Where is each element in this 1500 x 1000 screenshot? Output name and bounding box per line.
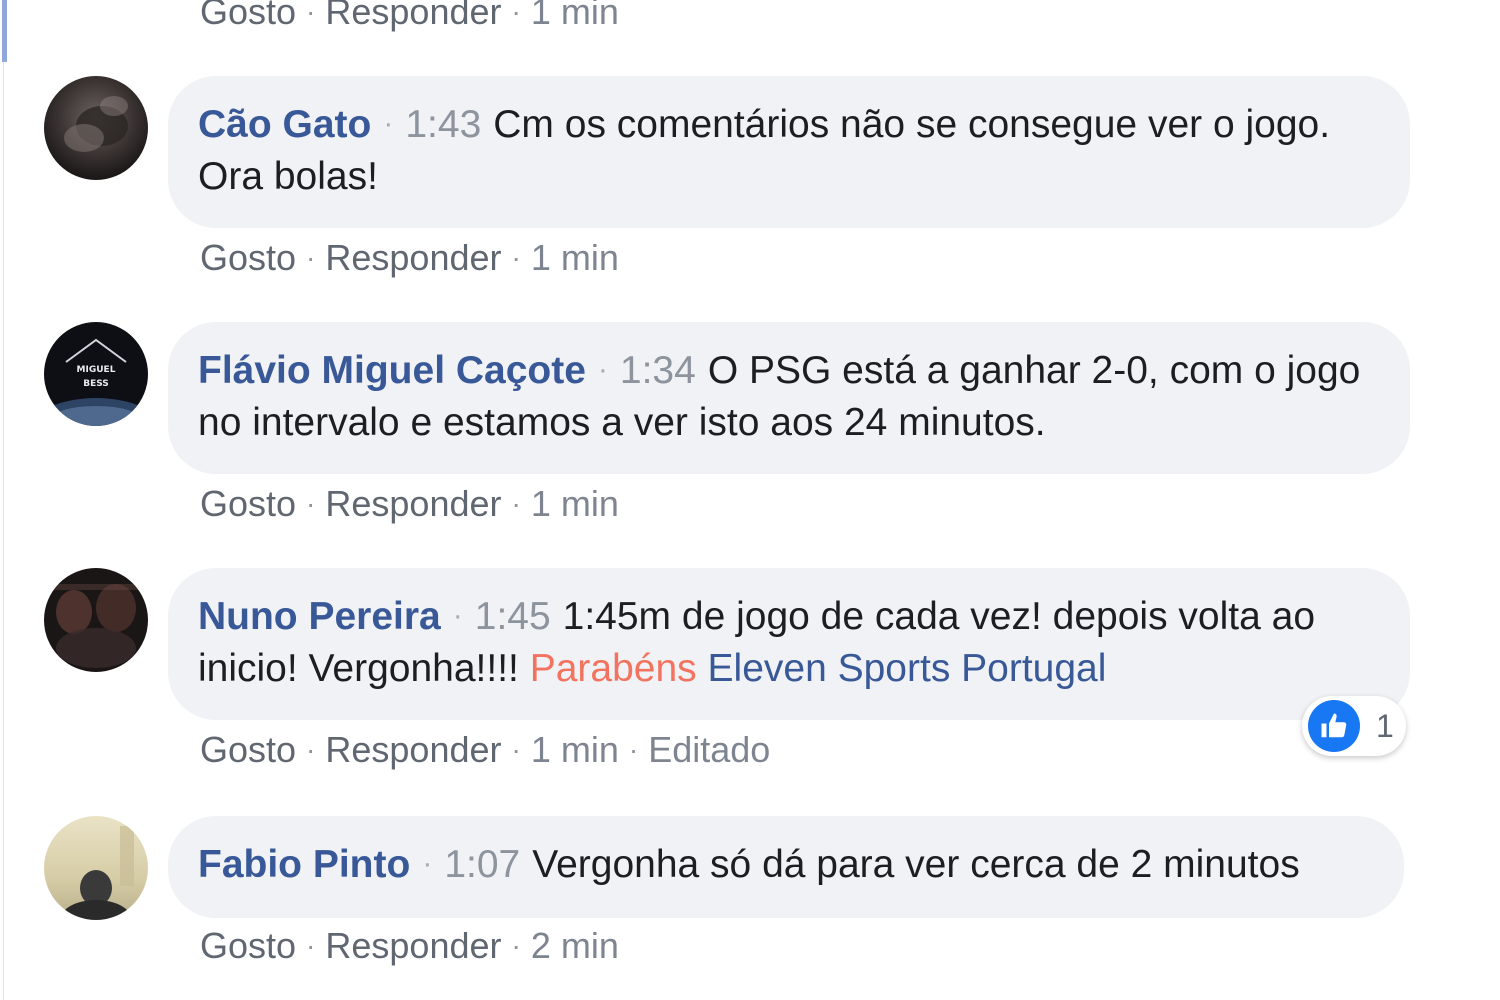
thread-indicator-bar — [2, 0, 7, 62]
comment-actions: Gosto · Responder · 1 min — [200, 482, 619, 526]
comment-author[interactable]: Nuno Pereira — [198, 595, 441, 638]
comment-timestamp[interactable]: 1:07 — [444, 843, 532, 886]
separator-dot: · — [511, 734, 521, 765]
separator-dot: · — [306, 488, 316, 519]
like-link[interactable]: Gosto — [200, 0, 296, 32]
avatar[interactable]: MIGUEL BESS — [44, 322, 148, 426]
separator-dot: · — [452, 599, 463, 632]
like-link[interactable]: Gosto — [200, 483, 296, 524]
comment-actions: Gosto · Responder · 1 min — [200, 236, 619, 280]
comment-author[interactable]: Fabio Pinto — [198, 843, 410, 886]
separator-dot: · — [511, 0, 521, 27]
like-link[interactable]: Gosto — [200, 237, 296, 278]
avatar-image — [44, 568, 148, 672]
separator-dot: · — [383, 107, 394, 140]
page-mention-link[interactable]: Eleven Sports Portugal — [708, 647, 1107, 690]
avatar[interactable] — [44, 568, 148, 672]
time-ago: 1 min — [530, 729, 619, 770]
avatar-text-top: MIGUEL — [77, 365, 116, 375]
reaction-count: 1 — [1376, 707, 1394, 744]
time-ago: 1 min — [530, 483, 619, 524]
avatar-text-bottom: BESS — [83, 379, 109, 389]
separator-dot: · — [511, 930, 521, 961]
separator-dot: · — [597, 353, 608, 386]
comment-actions: Gosto · Responder · 1 min · Editado — [200, 728, 770, 772]
separator-dot: · — [306, 242, 316, 273]
avatar-image — [44, 76, 148, 180]
reply-link[interactable]: Responder — [325, 729, 501, 770]
separator-dot: · — [306, 734, 316, 765]
separator-dot: · — [422, 847, 433, 880]
separator-dot: · — [306, 0, 316, 27]
reply-link[interactable]: Responder — [325, 0, 501, 32]
separator-dot: · — [628, 734, 639, 765]
like-link[interactable]: Gosto — [200, 729, 296, 770]
separator-dot: · — [511, 488, 521, 519]
avatar[interactable] — [44, 816, 148, 920]
comment-bubble: Nuno Pereira · 1:45 1:45m de jogo de cada v… — [168, 568, 1410, 720]
hashtag-link[interactable]: Parabéns — [530, 647, 697, 690]
reply-link[interactable]: Responder — [325, 925, 501, 966]
comment-author[interactable]: Cão Gato — [198, 103, 371, 146]
like-link[interactable]: Gosto — [200, 925, 296, 966]
reply-link[interactable]: Responder — [325, 483, 501, 524]
comment-text: Vergonha só dá para ver cerca de 2 minut… — [532, 843, 1300, 886]
reply-link[interactable]: Responder — [325, 237, 501, 278]
avatar-image — [44, 816, 148, 920]
edited-label[interactable]: Editado — [648, 729, 770, 770]
comment-timestamp[interactable]: 1:34 — [620, 349, 708, 392]
time-ago: 2 min — [530, 925, 619, 966]
comment-actions-partial: Gosto · Responder · 1 min — [200, 0, 619, 34]
comment-actions: Gosto · Responder · 2 min — [200, 924, 619, 968]
comment-timestamp[interactable]: 1:45 — [475, 595, 563, 638]
avatar-image: MIGUEL BESS — [44, 322, 148, 426]
reaction-badge[interactable]: 1 — [1302, 696, 1406, 756]
time-ago: 1 min — [530, 237, 619, 278]
comment-timestamp[interactable]: 1:43 — [405, 103, 493, 146]
avatar[interactable] — [44, 76, 148, 180]
thread-divider-line — [3, 62, 4, 1000]
comment-bubble: Flávio Miguel Caçote · 1:34 O PSG está a ga… — [168, 322, 1410, 474]
time-ago: 1 min — [530, 0, 619, 32]
comment-bubble: Fabio Pinto · 1:07 Vergonha só dá para ver … — [168, 816, 1404, 918]
comment-thread: Gosto · Responder · 1 min Cão Gato · 1:43 Cm os — [0, 0, 1500, 1000]
separator-dot: · — [306, 930, 316, 961]
thumbs-up-icon — [1308, 700, 1360, 752]
comment-author[interactable]: Flávio Miguel Caçote — [198, 349, 586, 392]
comment-bubble: Cão Gato · 1:43 Cm os comentários não se co… — [168, 76, 1410, 228]
separator-dot: · — [511, 242, 521, 273]
